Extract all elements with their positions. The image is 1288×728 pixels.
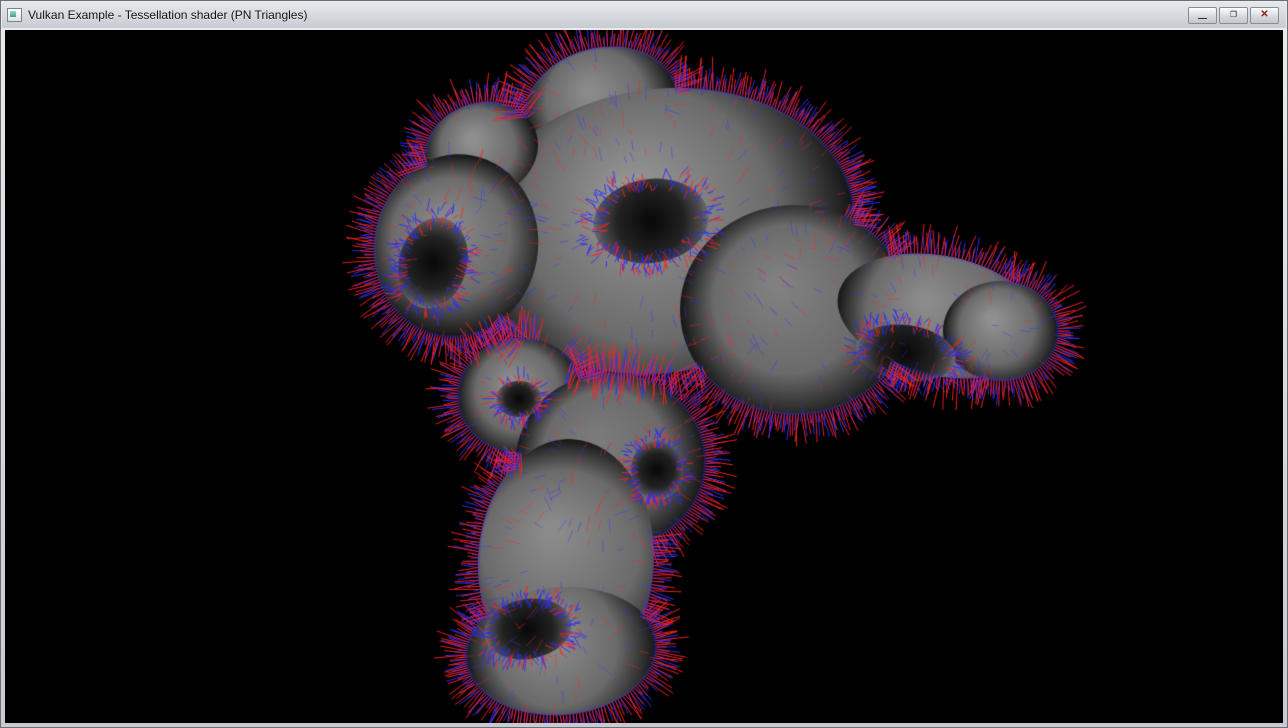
window-icon [7,8,22,22]
maximize-button[interactable]: ❐ [1219,7,1248,24]
title-bar[interactable]: Vulkan Example - Tessellation shader (PN… [2,2,1286,28]
app-window: Vulkan Example - Tessellation shader (PN… [0,0,1288,728]
render-viewport[interactable] [5,30,1283,723]
minimize-button[interactable]: — [1188,7,1217,24]
render-client-area [5,30,1283,723]
maximize-icon: ❐ [1230,11,1237,19]
minimize-icon: — [1198,14,1207,23]
close-icon: ✕ [1260,10,1268,20]
close-button[interactable]: ✕ [1250,7,1279,24]
window-controls: — ❐ ✕ [1188,7,1281,24]
window-title: Vulkan Example - Tessellation shader (PN… [28,8,307,22]
